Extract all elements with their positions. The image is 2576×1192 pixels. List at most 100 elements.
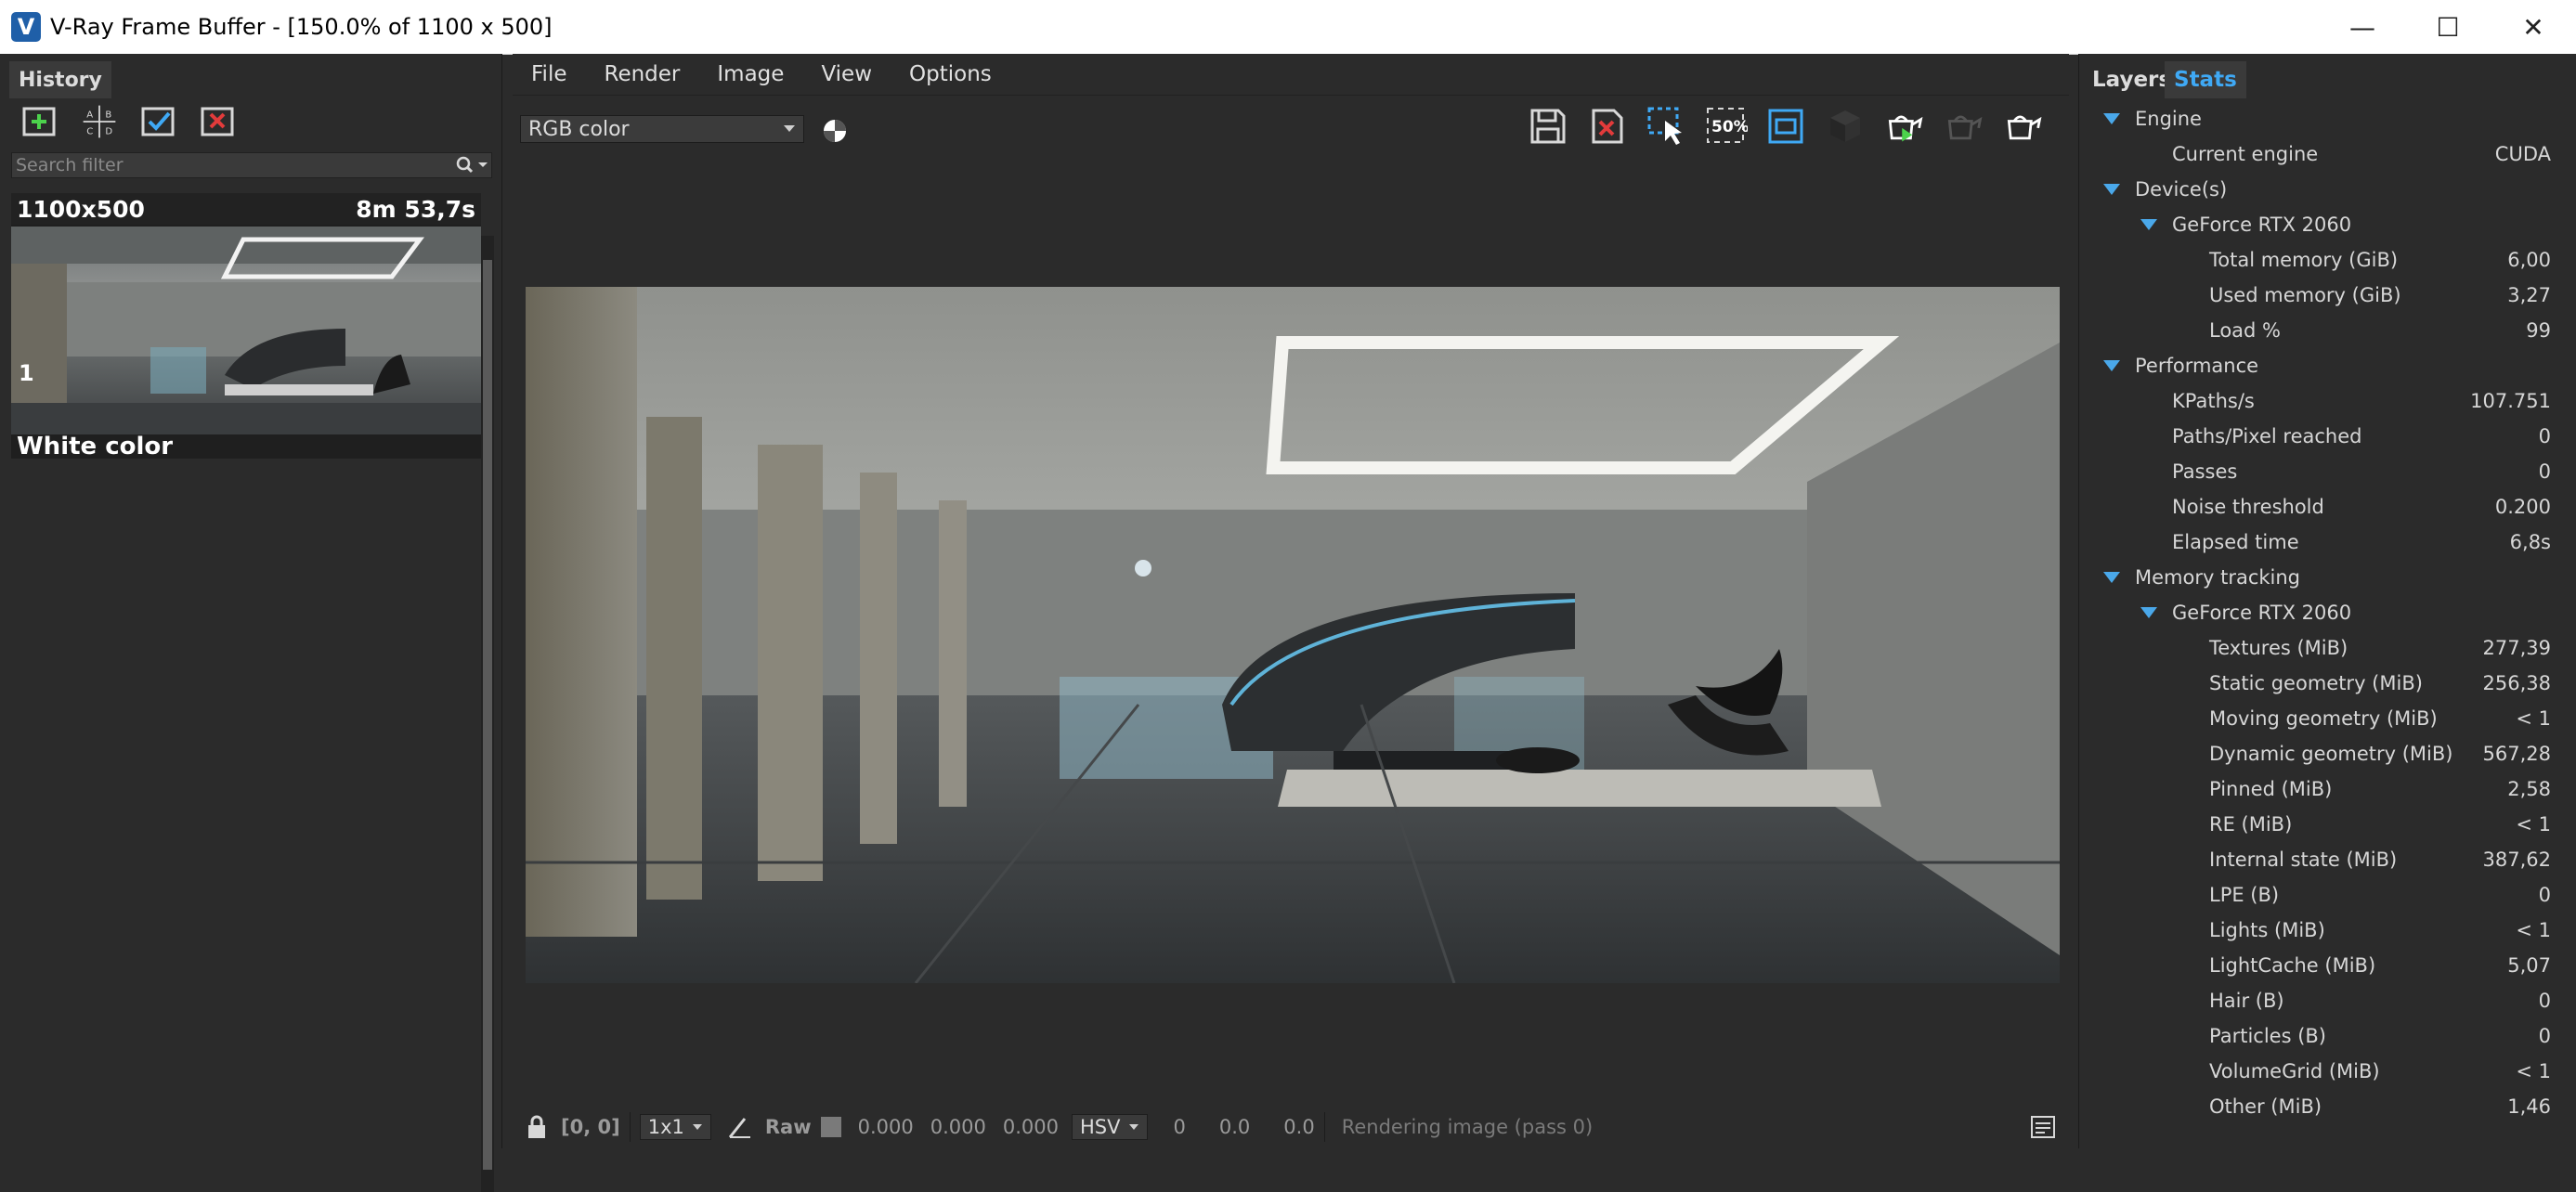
stats-row: Current engine CUDA <box>2079 136 2576 172</box>
expand-triangle-icon[interactable] <box>2103 572 2120 583</box>
expand-triangle-icon[interactable] <box>2103 184 2120 195</box>
stats-row: Static geometry (MiB) 256,38 <box>2079 666 2576 701</box>
expand-triangle-icon[interactable] <box>2103 113 2120 124</box>
menu-options[interactable]: Options <box>891 62 1010 86</box>
stats-row-value: 5,07 <box>2507 954 2551 977</box>
stats-row: Hair (B) 0 <box>2079 983 2576 1018</box>
stats-row[interactable]: Memory tracking <box>2079 560 2576 595</box>
color-mode-select[interactable]: HSV <box>1072 1114 1148 1140</box>
alpha-channel-icon[interactable] <box>821 117 849 145</box>
stats-row-value: < 1 <box>2516 813 2551 836</box>
stats-row-value: 0 <box>2538 460 2551 483</box>
expand-triangle-icon[interactable] <box>2140 607 2157 618</box>
stop-render-icon[interactable] <box>1943 102 1985 150</box>
svg-text:A: A <box>86 110 93 120</box>
stats-tree: Engine Current engine CUDA Device(s) GeFo… <box>2079 101 2576 1124</box>
minimize-button[interactable]: — <box>2320 0 2405 54</box>
chevron-down-icon <box>692 1124 702 1130</box>
stats-row-label: Used memory (GiB) <box>2209 284 2401 306</box>
history-scrollbar[interactable] <box>481 236 494 1192</box>
stats-row: Load % 99 <box>2079 313 2576 348</box>
save-image-icon[interactable] <box>1527 102 1569 150</box>
stats-row: Paths/Pixel reached 0 <box>2079 419 2576 454</box>
search-icon[interactable] <box>454 155 491 175</box>
stats-row-label: VolumeGrid (MiB) <box>2209 1060 2380 1082</box>
channel-select[interactable]: RGB color <box>520 115 804 143</box>
expand-triangle-icon[interactable] <box>2140 219 2157 230</box>
color-picker-icon[interactable] <box>726 1113 754 1141</box>
stats-row: Moving geometry (MiB) < 1 <box>2079 701 2576 736</box>
stats-row[interactable]: Engine <box>2079 101 2576 136</box>
stats-row-value: 99 <box>2526 319 2551 342</box>
stats-row-label: Current engine <box>2172 143 2319 165</box>
remove-history-icon[interactable] <box>199 102 238 141</box>
menu-file[interactable]: File <box>513 62 586 86</box>
region-render-icon[interactable] <box>1646 102 1688 150</box>
history-tab[interactable]: History <box>9 61 111 98</box>
stats-row: Pinned (MiB) 2,58 <box>2079 771 2576 807</box>
history-item[interactable]: 1100x500 8m 53,7s 1 White color <box>11 193 481 460</box>
clear-image-icon[interactable] <box>1586 102 1629 150</box>
search-filter <box>11 152 492 178</box>
search-filter-input[interactable] <box>12 154 454 176</box>
stats-row[interactable]: GeForce RTX 2060 <box>2079 207 2576 242</box>
stats-row-value: < 1 <box>2516 919 2551 941</box>
zoom-50-label: 50% <box>1711 118 1748 136</box>
close-button[interactable]: ✕ <box>2491 0 2576 54</box>
stats-row-label: Engine <box>2135 108 2202 130</box>
menu-view[interactable]: View <box>802 62 891 86</box>
raw-color-swatch <box>820 1117 841 1137</box>
stats-row-label: LightCache (MiB) <box>2209 954 2376 977</box>
render-viewport[interactable] <box>526 287 2060 983</box>
ab-compare-icon[interactable]: A B C D <box>80 102 119 141</box>
stats-row: RE (MiB) < 1 <box>2079 807 2576 842</box>
stats-row-value: 0 <box>2538 425 2551 447</box>
stats-row: KPaths/s 107.751 <box>2079 383 2576 419</box>
stats-row-value: 0 <box>2538 1025 2551 1047</box>
stats-row-value: 0.200 <box>2494 496 2551 518</box>
stats-row-label: Internal state (MiB) <box>2209 849 2398 871</box>
start-render-icon[interactable] <box>2002 102 2045 150</box>
stats-row: Lights (MiB) < 1 <box>2079 913 2576 948</box>
lock-coordinates-icon[interactable] <box>524 1114 550 1140</box>
pixel-coordinates: [0, 0] <box>561 1116 620 1138</box>
stats-row: Total memory (GiB) 6,00 <box>2079 242 2576 278</box>
stats-row[interactable]: Device(s) <box>2079 172 2576 207</box>
tab-layers[interactable]: Layers <box>2087 61 2177 98</box>
stats-row-label: Dynamic geometry (MiB) <box>2209 743 2453 765</box>
history-item-thumbnail <box>11 227 481 434</box>
stats-panel: Layers Stats Engine Current engine CUDA D… <box>2078 54 2576 1148</box>
stats-row[interactable]: GeForce RTX 2060 <box>2079 595 2576 630</box>
track-mouse-icon[interactable] <box>1764 102 1807 150</box>
window-title: V-Ray Frame Buffer - [150.0% of 1100 x 5… <box>50 14 553 40</box>
stats-row: Internal state (MiB) 387,62 <box>2079 842 2576 877</box>
expand-triangle-icon[interactable] <box>2103 360 2120 371</box>
stats-row-label: KPaths/s <box>2172 390 2255 412</box>
interactive-render-icon[interactable] <box>1883 102 1926 150</box>
stats-row-label: Moving geometry (MiB) <box>2209 707 2438 730</box>
stats-row-label: Other (MiB) <box>2209 1095 2322 1118</box>
history-scrollbar-thumb[interactable] <box>483 260 492 1170</box>
stats-row-value: 107.751 <box>2470 390 2551 412</box>
menu-bar: File Render Image View Options <box>513 54 2069 96</box>
stats-row: Noise threshold 0.200 <box>2079 489 2576 525</box>
sampling-select[interactable]: 1x1 <box>639 1114 711 1140</box>
stats-row[interactable]: Performance <box>2079 348 2576 383</box>
load-history-icon[interactable] <box>139 102 178 141</box>
stats-row: Elapsed time 6,8s <box>2079 525 2576 560</box>
save-to-history-icon[interactable] <box>20 102 59 141</box>
maximize-button[interactable]: ☐ <box>2405 0 2491 54</box>
menu-image[interactable]: Image <box>698 62 802 86</box>
stats-row: Other (MiB) 1,46 <box>2079 1089 2576 1124</box>
zoom-50-icon[interactable]: 50% <box>1705 102 1748 150</box>
menu-render[interactable]: Render <box>586 62 699 86</box>
render-last-icon[interactable] <box>1824 102 1867 150</box>
log-icon[interactable] <box>2030 1115 2056 1139</box>
stats-row-label: Particles (B) <box>2209 1025 2326 1047</box>
stats-row-value: < 1 <box>2516 707 2551 730</box>
r-value: 0.000 <box>857 1116 914 1138</box>
status-divider <box>1323 1112 1325 1142</box>
tab-stats[interactable]: Stats <box>2165 61 2246 98</box>
stats-row-label: Hair (B) <box>2209 990 2284 1012</box>
stats-row-label: Paths/Pixel reached <box>2172 425 2362 447</box>
